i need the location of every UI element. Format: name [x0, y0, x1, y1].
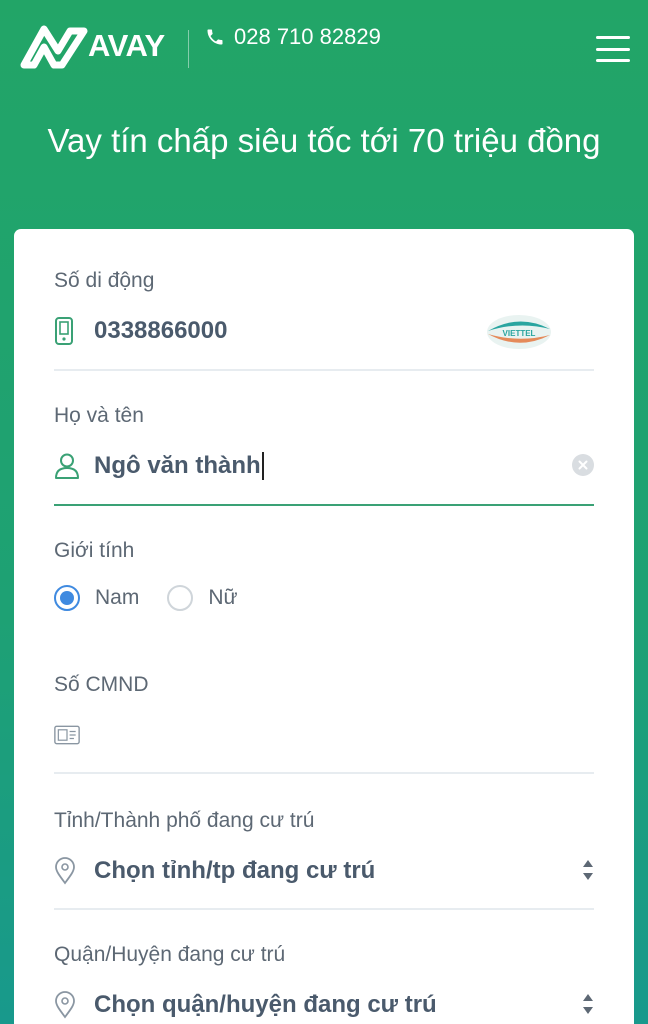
- hamburger-icon[interactable]: [596, 36, 630, 62]
- phone-field: Số di động 0338866000 VIETTEL: [54, 269, 594, 371]
- phone-input[interactable]: 0338866000 VIETTEL: [54, 311, 594, 351]
- loan-form-card: Số di động 0338866000 VIETTEL Họ và tên …: [14, 229, 634, 1024]
- gender-female-radio[interactable]: Nữ: [167, 585, 238, 611]
- province-label: Tỉnh/Thành phố đang cư trú: [54, 809, 315, 832]
- page-headline: Vay tín chấp siêu tốc tới 70 triệu đồng: [47, 122, 601, 159]
- district-label: Quận/Huyện đang cư trú: [54, 943, 286, 966]
- id-number-underline: [54, 772, 594, 774]
- district-select[interactable]: Chọn quận/huyện đang cư trú: [54, 985, 594, 1024]
- logo-text: AVAY: [88, 28, 165, 63]
- mobile-phone-icon: [54, 316, 80, 346]
- phone-icon: [207, 29, 223, 45]
- gender-label: Giới tính: [54, 539, 135, 562]
- navay-logo[interactable]: AVAY: [18, 22, 165, 70]
- location-pin-icon: [54, 856, 80, 886]
- radio-checked-icon[interactable]: [54, 585, 80, 611]
- header-divider: [188, 30, 189, 68]
- province-select[interactable]: Chọn tỉnh/tp đang cư trú: [54, 851, 594, 891]
- province-value: Chọn tỉnh/tp đang cư trú: [94, 857, 376, 884]
- logo-mark-icon: [20, 25, 88, 69]
- top-header: AVAY 028 710 82829: [0, 0, 648, 90]
- province-underline: [54, 908, 594, 910]
- clear-icon[interactable]: [572, 454, 594, 476]
- phone-underline: [54, 369, 594, 371]
- id-number-input[interactable]: [54, 715, 594, 755]
- user-icon: [54, 451, 80, 481]
- radio-unchecked-icon[interactable]: [167, 585, 194, 611]
- gender-female-label: Nữ: [208, 586, 238, 609]
- province-field: Tỉnh/Thành phố đang cư trú Chọn tỉnh/tp …: [54, 809, 594, 910]
- select-arrows-icon: [582, 859, 594, 881]
- name-field: Họ và tên Ngô văn thành: [54, 404, 594, 506]
- id-number-field: Số CMND: [54, 673, 594, 774]
- id-card-icon: [54, 720, 80, 750]
- carrier-name: VIETTEL: [503, 329, 536, 338]
- name-label: Họ và tên: [54, 404, 144, 427]
- district-field: Quận/Huyện đang cư trú Chọn quận/huyện đ…: [54, 943, 594, 1019]
- id-number-label: Số CMND: [54, 673, 149, 696]
- district-value: Chọn quận/huyện đang cư trú: [94, 991, 437, 1018]
- phone-value: 0338866000: [94, 317, 228, 344]
- hotline-number: 028 710 82829: [234, 24, 381, 49]
- name-value: Ngô văn thành: [94, 452, 264, 481]
- text-cursor: [261, 452, 264, 481]
- location-pin-icon: [54, 990, 80, 1020]
- gender-male-label: Nam: [95, 586, 140, 609]
- gender-field: Giới tính Nam Nữ: [54, 539, 594, 611]
- gender-radio-group: Nam Nữ: [54, 585, 266, 611]
- carrier-logo: VIETTEL: [486, 313, 552, 356]
- name-input[interactable]: Ngô văn thành: [54, 446, 594, 486]
- select-arrows-icon: [582, 993, 594, 1015]
- gender-male-radio[interactable]: Nam: [54, 585, 139, 611]
- name-underline: [54, 504, 594, 506]
- phone-label: Số di động: [54, 269, 155, 292]
- hotline[interactable]: 028 710 82829: [205, 24, 381, 50]
